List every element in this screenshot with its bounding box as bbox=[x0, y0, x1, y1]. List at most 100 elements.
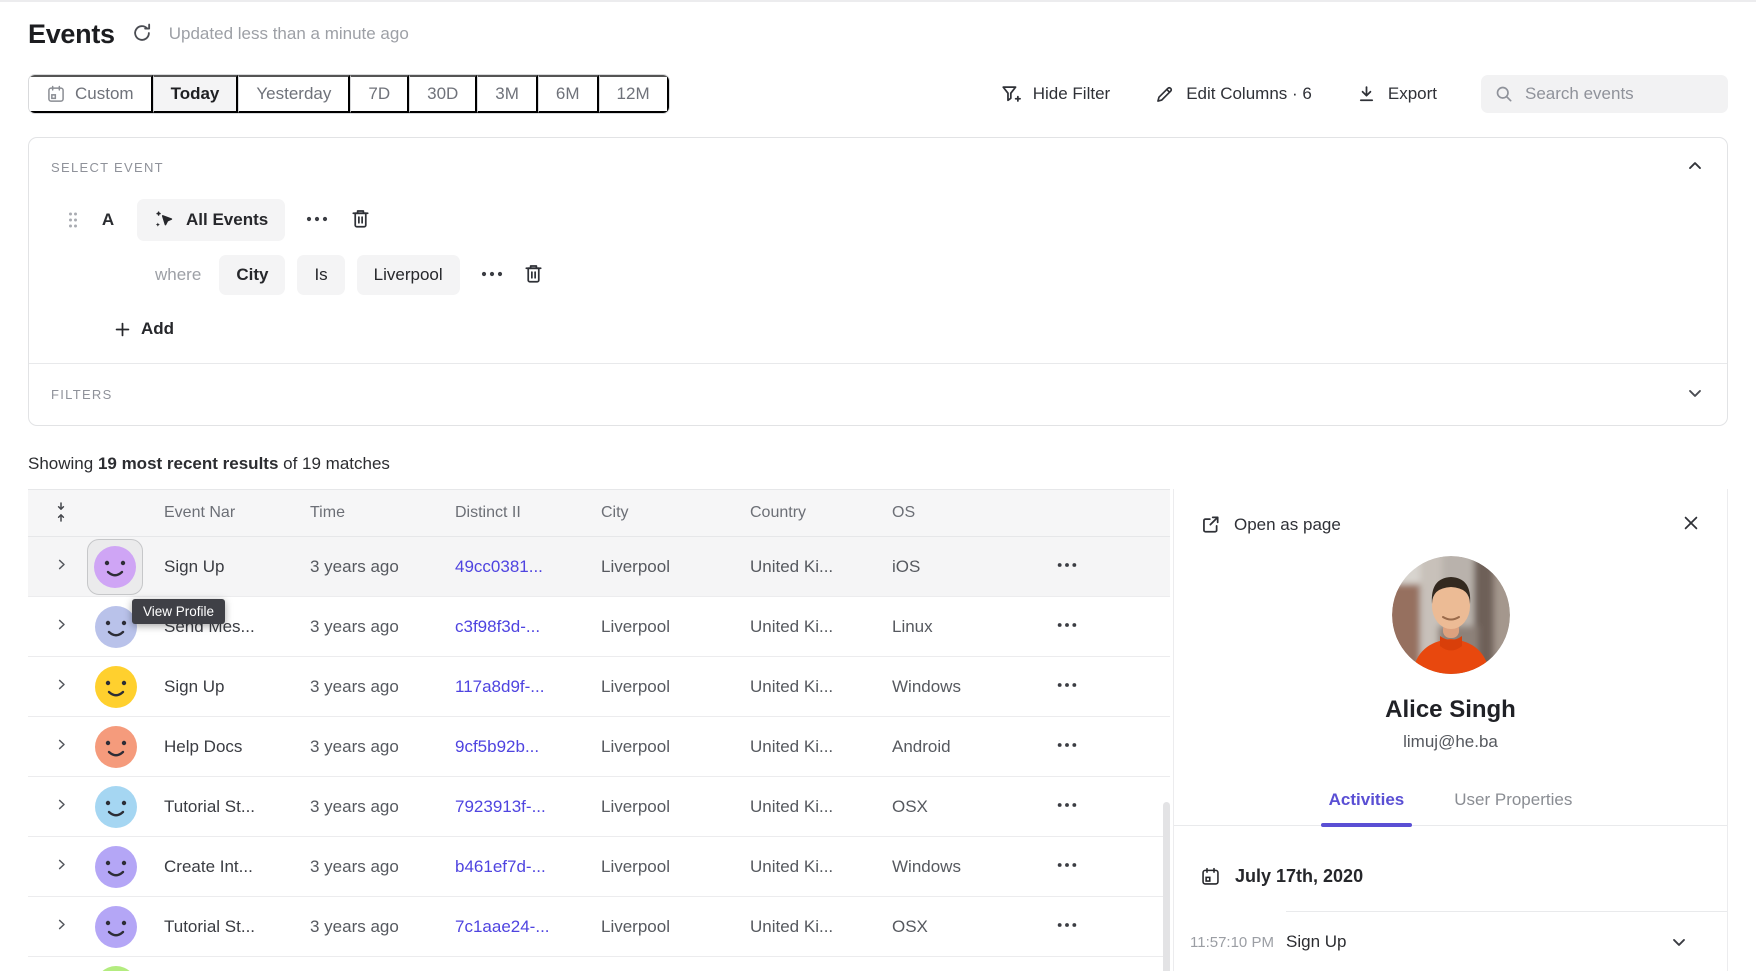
avatar[interactable] bbox=[95, 606, 137, 648]
page-title: Events bbox=[28, 19, 115, 50]
row-more-options-button[interactable] bbox=[1056, 674, 1170, 699]
cell-distinct-id-link[interactable]: c3f98f3d-... bbox=[455, 617, 601, 637]
filter-value-chip[interactable]: Liverpool bbox=[357, 255, 460, 295]
more-options-icon bbox=[1056, 794, 1078, 819]
date-tab-yesterday[interactable]: Yesterday bbox=[238, 75, 350, 113]
cell-distinct-id-link[interactable]: 9cf5b92b... bbox=[455, 737, 601, 757]
tab-user-properties[interactable]: User Properties bbox=[1452, 790, 1574, 825]
date-tab-today[interactable]: Today bbox=[153, 75, 239, 113]
refresh-button[interactable] bbox=[131, 22, 153, 47]
where-label: where bbox=[155, 265, 201, 285]
activity-row[interactable]: 11:57:10 PM Sign Up bbox=[1286, 911, 1727, 971]
drag-handle-icon[interactable] bbox=[67, 211, 79, 229]
add-button-label: Add bbox=[141, 319, 174, 339]
refresh-icon bbox=[131, 22, 153, 47]
more-options-icon bbox=[480, 262, 504, 289]
updated-status: Updated less than a minute ago bbox=[169, 24, 409, 44]
table-row[interactable]: Sign Up 3 years ago 49cc0381... Liverpoo… bbox=[28, 537, 1170, 597]
event-more-options-button[interactable] bbox=[305, 207, 329, 234]
expand-row-button[interactable] bbox=[28, 737, 94, 757]
collapse-rows-icon bbox=[52, 501, 70, 526]
row-more-options-button[interactable] bbox=[1056, 554, 1170, 579]
cell-os: Linux bbox=[892, 617, 1056, 637]
edit-columns-button[interactable]: Edit Columns · 6 bbox=[1154, 84, 1312, 105]
filter-property-chip[interactable]: City bbox=[219, 255, 285, 295]
cell-distinct-id-link[interactable]: b461ef7d-... bbox=[455, 857, 601, 877]
pencil-icon bbox=[1154, 84, 1175, 105]
table-row[interactable]: Sign Up 3 years ago 117a8d9f-... Liverpo… bbox=[28, 657, 1170, 717]
column-header-city[interactable]: City bbox=[601, 504, 750, 522]
expand-row-button[interactable] bbox=[28, 677, 94, 697]
row-more-options-button[interactable] bbox=[1056, 794, 1170, 819]
avatar[interactable] bbox=[95, 906, 137, 948]
avatar[interactable] bbox=[95, 666, 137, 708]
cell-os: Windows bbox=[892, 857, 1056, 877]
table-row[interactable]: Help Docs 3 years ago 9cf5b92b... Liverp… bbox=[28, 717, 1170, 777]
date-tab-7d[interactable]: 7D bbox=[350, 75, 409, 113]
cell-city: Liverpool bbox=[601, 737, 750, 757]
column-header-country[interactable]: Country bbox=[750, 504, 892, 522]
filter-operator-chip[interactable]: Is bbox=[297, 255, 344, 295]
avatar[interactable] bbox=[95, 966, 137, 971]
row-more-options-button[interactable] bbox=[1056, 914, 1170, 939]
filter-more-options-button[interactable] bbox=[480, 262, 504, 289]
table-scrollbar[interactable] bbox=[1163, 802, 1170, 971]
cell-distinct-id-link[interactable]: 49cc0381... bbox=[455, 557, 601, 577]
open-as-page-button[interactable]: Open as page bbox=[1200, 514, 1341, 535]
row-more-options-button[interactable] bbox=[1056, 734, 1170, 759]
top-divider bbox=[0, 0, 1756, 2]
date-range-tabs: Custom Today Yesterday 7D 30D 3M 6M 12M bbox=[28, 74, 670, 114]
profile-photo bbox=[1392, 556, 1510, 674]
avatar[interactable] bbox=[95, 846, 137, 888]
column-header-event-name[interactable]: Event Nar bbox=[164, 504, 310, 522]
table-header: Event Nar Time Distinct II City Country … bbox=[28, 489, 1170, 537]
expand-row-button[interactable] bbox=[28, 797, 94, 817]
cell-country: United Ki... bbox=[750, 917, 892, 937]
cell-country: United Ki... bbox=[750, 857, 892, 877]
expand-row-button[interactable] bbox=[28, 557, 94, 577]
event-selector-button[interactable]: All Events bbox=[137, 199, 285, 241]
cell-os: Android bbox=[892, 737, 1056, 757]
cell-country: United Ki... bbox=[750, 677, 892, 697]
table-row[interactable]: Create Int... 3 years ago b461ef7d-... L… bbox=[28, 837, 1170, 897]
date-tab-label: 3M bbox=[495, 84, 519, 104]
table-row[interactable]: Tutorial St... 3 years ago 7c1aae24-... … bbox=[28, 897, 1170, 957]
date-tab-custom[interactable]: Custom bbox=[29, 75, 153, 113]
date-tab-12m[interactable]: 12M bbox=[599, 75, 669, 113]
column-header-time[interactable]: Time bbox=[310, 504, 455, 522]
date-tab-6m[interactable]: 6M bbox=[538, 75, 599, 113]
row-more-options-button[interactable] bbox=[1056, 854, 1170, 879]
profile-tabs: Activities User Properties bbox=[1174, 790, 1727, 826]
cell-distinct-id-link[interactable]: 7c1aae24-... bbox=[455, 917, 601, 937]
table-row[interactable]: App Install 3 years ago c76fdf4f-c... Li… bbox=[28, 957, 1170, 971]
avatar[interactable] bbox=[94, 546, 136, 588]
cell-time: 3 years ago bbox=[310, 677, 455, 697]
search-events-input[interactable] bbox=[1525, 84, 1715, 104]
activity-event-name: Sign Up bbox=[1286, 932, 1346, 952]
expand-row-button[interactable] bbox=[28, 617, 94, 637]
row-more-options-button[interactable] bbox=[1056, 614, 1170, 639]
expand-row-button[interactable] bbox=[28, 917, 94, 937]
avatar[interactable] bbox=[95, 786, 137, 828]
date-tab-30d[interactable]: 30D bbox=[409, 75, 477, 113]
expand-row-button[interactable] bbox=[28, 857, 94, 877]
collapse-section-button[interactable] bbox=[1685, 156, 1705, 179]
date-tab-label: 6M bbox=[556, 84, 580, 104]
date-tab-3m[interactable]: 3M bbox=[477, 75, 538, 113]
table-row[interactable]: Tutorial St... 3 years ago 7923913f-... … bbox=[28, 777, 1170, 837]
filter-delete-button[interactable] bbox=[522, 262, 545, 288]
cell-distinct-id-link[interactable]: 7923913f-... bbox=[455, 797, 601, 817]
expand-filters-button[interactable] bbox=[1685, 383, 1705, 406]
column-header-os[interactable]: OS bbox=[892, 504, 1056, 522]
more-options-icon bbox=[1056, 734, 1078, 759]
add-event-button[interactable]: Add bbox=[113, 319, 174, 339]
export-button[interactable]: Export bbox=[1356, 84, 1437, 105]
tab-activities[interactable]: Activities bbox=[1327, 790, 1407, 825]
collapse-rows-button[interactable] bbox=[52, 501, 70, 526]
hide-filter-button[interactable]: Hide Filter bbox=[1000, 83, 1110, 105]
event-delete-button[interactable] bbox=[349, 207, 372, 233]
cell-distinct-id-link[interactable]: 117a8d9f-... bbox=[455, 677, 601, 697]
avatar[interactable] bbox=[95, 726, 137, 768]
close-panel-button[interactable] bbox=[1681, 513, 1701, 536]
column-header-distinct-id[interactable]: Distinct II bbox=[455, 504, 601, 522]
